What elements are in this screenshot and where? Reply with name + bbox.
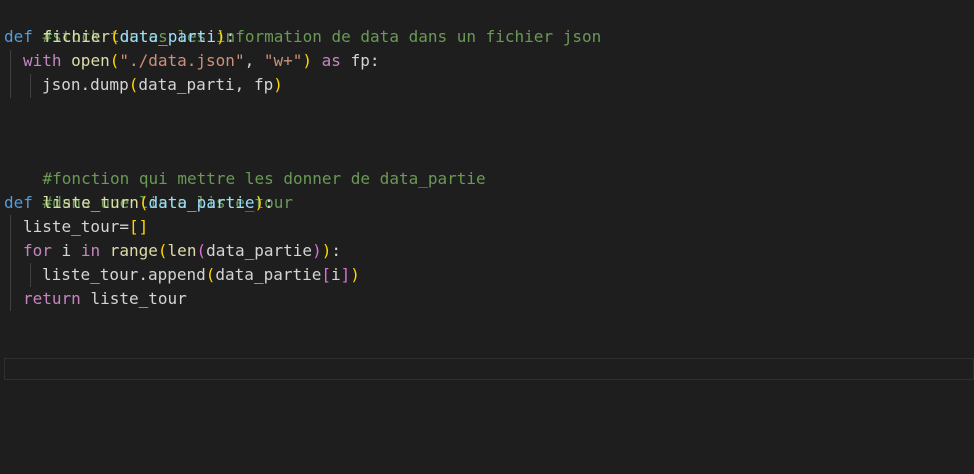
code-line-12[interactable]: liste_tour.append(data_partie[i]) <box>42 263 360 287</box>
code-line-2[interactable]: def fichier(data_parti): <box>4 25 235 49</box>
indent-guide <box>30 74 31 98</box>
code-line-9[interactable]: def liste_turn(data_partie): <box>4 191 274 215</box>
paren-open: ( <box>128 75 139 94</box>
arguments: data_parti, fp <box>138 75 274 94</box>
current-line-highlight[interactable] <box>4 358 974 380</box>
paren-open: ( <box>138 193 149 212</box>
code-line-3[interactable]: with open("./data.json", "w+") as fp: <box>23 49 379 73</box>
parameter: data_partie <box>148 193 255 212</box>
paren-open: ( <box>205 265 216 284</box>
loop-variable: i <box>61 241 72 260</box>
bracket-open: [ <box>321 265 332 284</box>
colon: : <box>264 193 274 212</box>
builtin-open: open <box>71 51 110 70</box>
paren-close: ) <box>273 75 283 94</box>
keyword-with: with <box>23 51 62 70</box>
builtin-len: len <box>167 241 197 260</box>
paren-close: ) <box>254 193 265 212</box>
code-line-10[interactable]: liste_tour=[] <box>23 215 148 239</box>
keyword-return: return <box>23 289 81 308</box>
index: i <box>331 265 341 284</box>
paren-open: ( <box>109 27 120 46</box>
code-line-11[interactable]: for i in range(len(data_partie)): <box>23 239 341 263</box>
paren-close: ) <box>321 241 332 260</box>
builtin-range: range <box>109 241 158 260</box>
code-line-7[interactable]: #fonction qui mettre les donner de data_… <box>4 143 486 188</box>
paren-open: ( <box>109 51 120 70</box>
method-call: liste_tour.append <box>42 265 206 284</box>
keyword-as: as <box>321 51 341 70</box>
function-name: fichier <box>42 27 110 46</box>
paren-close: ) <box>215 27 226 46</box>
keyword-for: for <box>23 241 52 260</box>
code-line-13[interactable]: return liste_tour <box>23 287 187 311</box>
parameter: data_parti <box>119 27 216 46</box>
variable-fp: fp: <box>350 51 380 70</box>
return-value: liste_tour <box>90 289 187 308</box>
string-mode: "w+" <box>263 51 303 70</box>
code-line-1[interactable]: #stock toutes les information de data da… <box>4 1 602 46</box>
comma: , <box>244 51 264 70</box>
colon: : <box>331 241 341 260</box>
string-path: "./data.json" <box>119 51 245 70</box>
keyword-def: def <box>4 27 33 46</box>
paren-close: ) <box>350 265 360 284</box>
colon: : <box>225 27 236 46</box>
argument: data_partie <box>206 241 313 260</box>
function-name: liste_turn <box>42 193 139 212</box>
keyword-def: def <box>4 193 33 212</box>
assignment: liste_tour= <box>23 217 129 236</box>
paren-open: ( <box>196 241 207 260</box>
indent-guide <box>30 263 31 287</box>
keyword-in: in <box>80 241 101 260</box>
code-editor[interactable]: #stock toutes les information de data da… <box>0 0 974 474</box>
paren-open: ( <box>157 241 168 260</box>
method-call: json.dump <box>42 75 129 94</box>
bracket-close: ] <box>340 265 351 284</box>
paren-close: ) <box>302 51 313 70</box>
code-line-4[interactable]: json.dump(data_parti, fp) <box>42 73 283 97</box>
code-line-8[interactable]: #dans une liste liste_tour <box>4 167 293 212</box>
argument: data_partie <box>215 265 322 284</box>
empty-list: [] <box>128 217 149 236</box>
paren-close: ) <box>312 241 322 260</box>
